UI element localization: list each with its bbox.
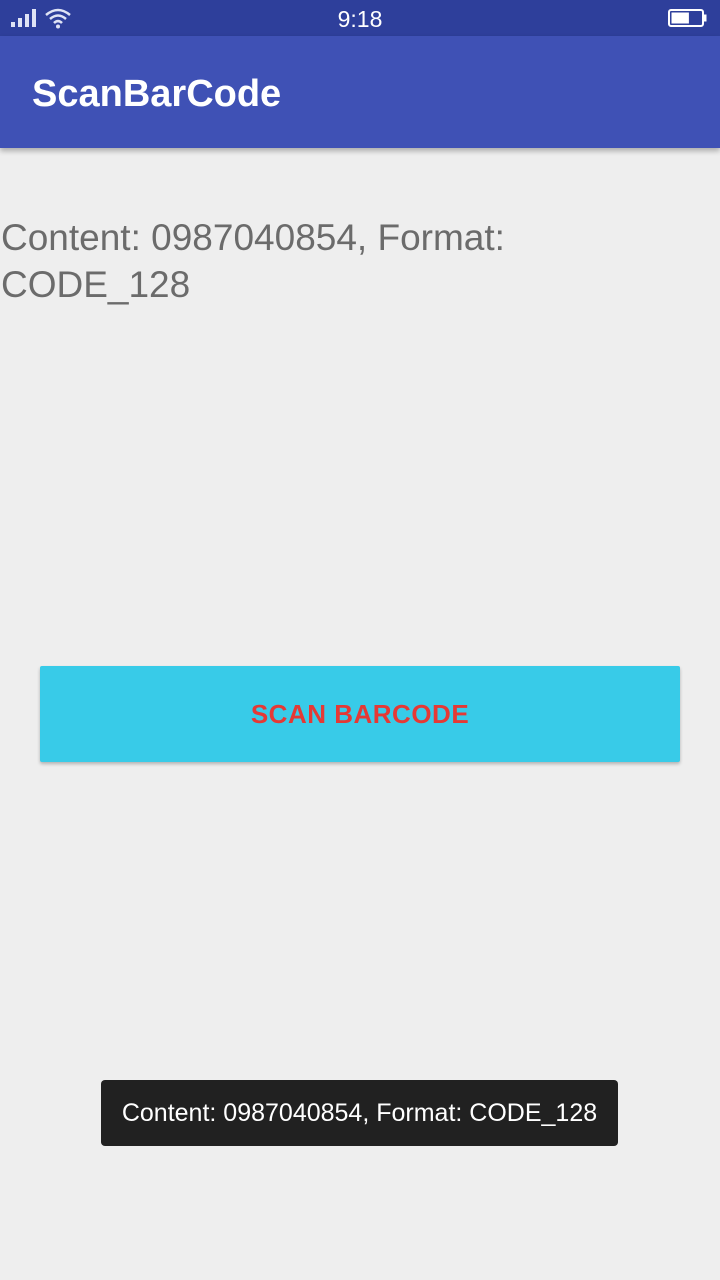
scan-result-text: Content: 0987040854, Format: CODE_128 (1, 217, 505, 305)
app-title: ScanBarCode (32, 73, 282, 115)
app-bar: ScanBarCode (0, 36, 720, 148)
battery-icon (668, 9, 708, 27)
status-bar: 9:18 (0, 0, 720, 36)
status-time: 9:18 (337, 6, 383, 32)
toast-message: Content: 0987040854, Format: CODE_128 (101, 1080, 618, 1146)
scan-barcode-button[interactable]: SCAN BARCODE (40, 666, 680, 762)
